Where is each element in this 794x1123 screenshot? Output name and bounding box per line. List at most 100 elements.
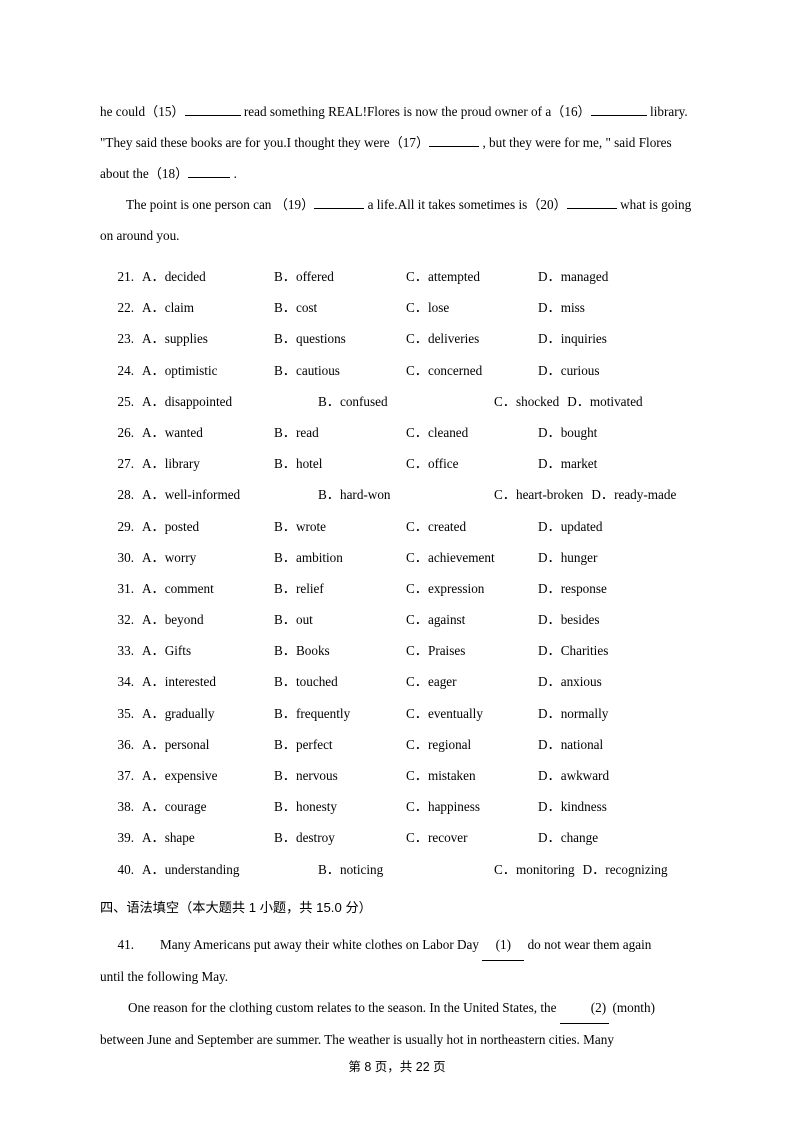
- option-b[interactable]: B．nervous: [274, 760, 406, 791]
- option-d[interactable]: D．motivated: [567, 386, 646, 417]
- question-row: 24. A．optimistic B．cautious C．concerned D．cu…: [100, 355, 696, 386]
- option-a[interactable]: A．Gifts: [142, 635, 274, 666]
- document-page: he could（15） read something REAL!Flores …: [0, 0, 794, 1123]
- question-row: 21. A．decided B．offered C．attempted D．manage…: [100, 261, 696, 292]
- passage-line-3: about the（18） .: [100, 158, 696, 189]
- option-d[interactable]: D．recognizing: [583, 854, 672, 885]
- option-c[interactable]: C．monitoring: [494, 854, 583, 885]
- option-a[interactable]: A．posted: [142, 511, 274, 542]
- grammar-blank-1: (1): [482, 929, 525, 961]
- option-c[interactable]: C．lose: [406, 292, 538, 323]
- option-c[interactable]: C．happiness: [406, 791, 538, 822]
- question-number: 22.: [117, 300, 134, 316]
- option-b[interactable]: B．frequently: [274, 698, 406, 729]
- option-c[interactable]: C．heart-broken: [494, 479, 591, 510]
- option-c[interactable]: C．mistaken: [406, 760, 538, 791]
- question-number: 29.: [117, 518, 134, 534]
- option-c[interactable]: C．created: [406, 511, 538, 542]
- option-b[interactable]: B．destroy: [274, 822, 406, 853]
- option-d[interactable]: D．hunger: [538, 542, 601, 573]
- option-d[interactable]: D．anxious: [538, 666, 606, 697]
- question-number: 31.: [117, 580, 134, 596]
- option-a[interactable]: A．wanted: [142, 417, 274, 448]
- option-d[interactable]: D．bought: [538, 417, 601, 448]
- option-a[interactable]: A．comment: [142, 573, 274, 604]
- option-c[interactable]: C．against: [406, 604, 538, 635]
- option-a[interactable]: A．courage: [142, 791, 274, 822]
- question-row: 28. A．well-informed B．hard-won C．heart-brok…: [100, 479, 696, 510]
- option-a[interactable]: A．gradually: [142, 698, 274, 729]
- option-a[interactable]: A．claim: [142, 292, 274, 323]
- option-c[interactable]: C．shocked: [494, 386, 567, 417]
- option-c[interactable]: C．concerned: [406, 355, 538, 386]
- option-c[interactable]: C．eager: [406, 666, 538, 697]
- option-c[interactable]: C．achievement: [406, 542, 538, 573]
- question-list: 21. A．decided B．offered C．attempted D．manage…: [100, 261, 696, 885]
- option-a[interactable]: A．decided: [142, 261, 274, 292]
- passage-line-5: on around you.: [100, 220, 696, 251]
- fill-blank-18: [188, 164, 231, 178]
- option-b[interactable]: B．questions: [274, 323, 406, 354]
- fill-blank-20: [566, 195, 617, 209]
- option-c[interactable]: C．office: [406, 448, 538, 479]
- option-d[interactable]: D．curious: [538, 355, 604, 386]
- option-c[interactable]: C．expression: [406, 573, 538, 604]
- option-c[interactable]: C．regional: [406, 729, 538, 760]
- grammar-question: 41. Many Americans put away their white c…: [100, 929, 696, 1055]
- question-number: 25.: [117, 393, 134, 409]
- option-c[interactable]: C．recover: [406, 822, 538, 853]
- option-c[interactable]: C．deliveries: [406, 323, 538, 354]
- option-d[interactable]: D．normally: [538, 698, 612, 729]
- option-c[interactable]: C．attempted: [406, 261, 538, 292]
- option-d[interactable]: D．kindness: [538, 791, 611, 822]
- question-row: 22. A．claim B．cost C．lose D．miss: [100, 292, 696, 323]
- option-b[interactable]: B．touched: [274, 666, 406, 697]
- option-d[interactable]: D．miss: [538, 292, 589, 323]
- option-d[interactable]: D．ready-made: [591, 479, 680, 510]
- option-d[interactable]: D．market: [538, 448, 601, 479]
- option-b[interactable]: B．hotel: [274, 448, 406, 479]
- option-b[interactable]: B．noticing: [318, 854, 494, 885]
- option-a[interactable]: A．personal: [142, 729, 274, 760]
- option-d[interactable]: D．national: [538, 729, 607, 760]
- option-c[interactable]: C．Praises: [406, 635, 538, 666]
- option-a[interactable]: A．interested: [142, 666, 274, 697]
- option-a[interactable]: A．expensive: [142, 760, 274, 791]
- option-b[interactable]: B．hard-won: [318, 479, 494, 510]
- option-b[interactable]: B．offered: [274, 261, 406, 292]
- option-a[interactable]: A．optimistic: [142, 355, 274, 386]
- option-a[interactable]: A．well-informed: [142, 479, 318, 510]
- option-c[interactable]: C．cleaned: [406, 417, 538, 448]
- option-c[interactable]: C．eventually: [406, 698, 538, 729]
- option-d[interactable]: D．Charities: [538, 635, 612, 666]
- option-a[interactable]: A．library: [142, 448, 274, 479]
- option-a[interactable]: A．beyond: [142, 604, 274, 635]
- option-a[interactable]: A．shape: [142, 822, 274, 853]
- option-b[interactable]: B．perfect: [274, 729, 406, 760]
- option-b[interactable]: B．confused: [318, 386, 494, 417]
- option-a[interactable]: A．worry: [142, 542, 274, 573]
- question-number: 39.: [117, 830, 134, 846]
- option-b[interactable]: B．relief: [274, 573, 406, 604]
- option-b[interactable]: B．out: [274, 604, 406, 635]
- option-a[interactable]: A．understanding: [142, 854, 318, 885]
- option-d[interactable]: D．inquiries: [538, 323, 611, 354]
- passage-text-1b: read something REAL!Flores is now the pr…: [243, 104, 591, 119]
- question-row: 39. A．shape B．destroy C．recover D．change: [100, 822, 696, 853]
- option-d[interactable]: D．updated: [538, 511, 606, 542]
- option-b[interactable]: B．cautious: [274, 355, 406, 386]
- option-b[interactable]: B．ambition: [274, 542, 406, 573]
- option-d[interactable]: D．response: [538, 573, 611, 604]
- option-b[interactable]: B．cost: [274, 292, 406, 323]
- option-d[interactable]: D．besides: [538, 604, 604, 635]
- option-b[interactable]: B．wrote: [274, 511, 406, 542]
- option-d[interactable]: D．awkward: [538, 760, 613, 791]
- option-a[interactable]: A．disappointed: [142, 386, 318, 417]
- option-b[interactable]: B．read: [274, 417, 406, 448]
- option-b[interactable]: B．honesty: [274, 791, 406, 822]
- passage-text-1a: he could（15）: [100, 104, 185, 119]
- option-a[interactable]: A．supplies: [142, 323, 274, 354]
- option-d[interactable]: D．managed: [538, 261, 612, 292]
- option-b[interactable]: B．Books: [274, 635, 406, 666]
- option-d[interactable]: D．change: [538, 822, 602, 853]
